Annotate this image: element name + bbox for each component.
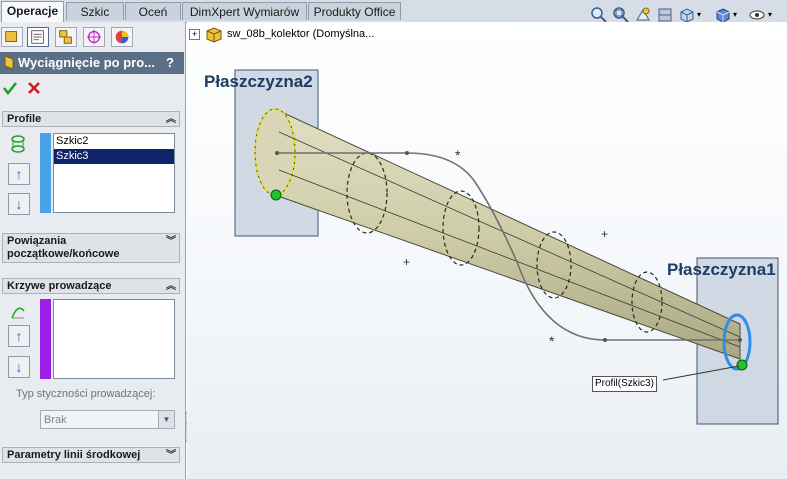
arrow-up-icon: ↑: [15, 328, 23, 344]
tab-operacje[interactable]: Operacje: [1, 1, 64, 22]
start-end-constraints-header[interactable]: Powiązania początkowe/końcowe ︾: [2, 233, 180, 263]
svg-text:+: +: [601, 227, 608, 241]
tab-produkty-office[interactable]: Produkty Office: [308, 2, 401, 20]
cross-icon[interactable]: [27, 81, 41, 95]
expand-icon[interactable]: ︾: [166, 449, 176, 463]
graphics-area[interactable]: * * + + + sw_08b_kolektor (Domyślna... P…: [187, 22, 787, 479]
list-item[interactable]: Szkic3: [54, 149, 174, 164]
tab-ocen[interactable]: Oceń: [125, 2, 181, 20]
guide-curve-icon: [11, 307, 25, 319]
list-item[interactable]: Szkic2: [54, 134, 174, 149]
svg-text:+: +: [403, 255, 410, 269]
connector-point[interactable]: [270, 189, 282, 201]
connector-point[interactable]: [736, 359, 748, 371]
expand-icon[interactable]: ︾: [166, 235, 176, 248]
centerline-parameters-header[interactable]: Parametry linii środkowej ︾: [2, 447, 180, 463]
svg-text:*: *: [549, 333, 555, 349]
checkmark-icon[interactable]: [2, 80, 18, 96]
feature-tree-item-label: sw_08b_kolektor (Domyślna...: [227, 28, 375, 40]
display-manager-icon[interactable]: [111, 27, 133, 47]
guide-curves-header[interactable]: Krzywe prowadzące ︽: [2, 278, 180, 294]
profile-list[interactable]: Szkic2 Szkic3: [53, 133, 175, 213]
guide-curves-list[interactable]: [53, 299, 175, 379]
property-manager-icon[interactable]: [27, 27, 49, 47]
profile-color-bar: [40, 133, 51, 213]
loft-feature-icon: [4, 55, 14, 70]
help-button[interactable]: ?: [166, 52, 174, 74]
profile-callout[interactable]: Profil(Szkic3): [592, 376, 657, 392]
collapse-icon[interactable]: ︽: [166, 113, 176, 127]
property-manager-panel: Wyciągnięcie po pro... ? Profile ︽ ↑ ↓ S…: [0, 22, 186, 479]
guide-move-up-button[interactable]: ↑: [8, 325, 30, 347]
arrow-up-icon: ↑: [15, 166, 23, 182]
tangency-label: Typ styczności prowadzącej:: [16, 388, 156, 400]
chevron-down-icon[interactable]: ▾: [697, 10, 701, 19]
property-manager-title: Wyciągnięcie po pro... ?: [0, 52, 184, 74]
guide-move-down-button[interactable]: ↓: [8, 356, 30, 378]
constraints-title-line1: Powiązania: [7, 235, 67, 247]
manager-tabs: [0, 24, 185, 50]
constraints-title-line2: początkowe/końcowe: [7, 248, 120, 260]
arrow-down-icon: ↓: [15, 196, 23, 212]
svg-text:*: *: [455, 147, 461, 163]
tangency-type-select[interactable]: Brak ▼: [40, 410, 175, 429]
centerline-parameters-title: Parametry linii środkowej: [7, 449, 141, 461]
tangency-type-value: Brak: [44, 414, 67, 426]
profile-section-title: Profile: [7, 113, 42, 125]
move-down-button[interactable]: ↓: [8, 193, 30, 215]
expand-icon[interactable]: +: [189, 29, 200, 40]
arrow-down-icon: ↓: [15, 359, 23, 375]
chevron-down-icon[interactable]: ▾: [768, 10, 772, 19]
guide-curves-title: Krzywe prowadzące: [7, 280, 112, 292]
tab-szkic[interactable]: Szkic: [66, 2, 124, 20]
chevron-down-icon[interactable]: ▾: [733, 10, 737, 19]
part-icon: [206, 27, 222, 43]
feature-manager-icon[interactable]: [1, 27, 23, 47]
plane1-label[interactable]: Płaszczyzna1: [667, 260, 776, 280]
property-manager-title-text: Wyciągnięcie po pro...: [18, 55, 156, 70]
collapse-icon[interactable]: ︽: [166, 280, 176, 294]
guide-color-bar: [40, 299, 51, 379]
tab-dimxpert[interactable]: DimXpert Wymiarów: [182, 2, 307, 20]
plane2-label[interactable]: Płaszczyzna2: [204, 72, 313, 92]
configuration-manager-icon[interactable]: [55, 27, 77, 47]
move-up-button[interactable]: ↑: [8, 163, 30, 185]
profile-selection-icon: [11, 135, 25, 153]
chevron-down-icon[interactable]: ▼: [158, 411, 174, 428]
dimxpert-manager-icon[interactable]: [83, 27, 105, 47]
profile-section-header[interactable]: Profile ︽: [2, 111, 180, 127]
